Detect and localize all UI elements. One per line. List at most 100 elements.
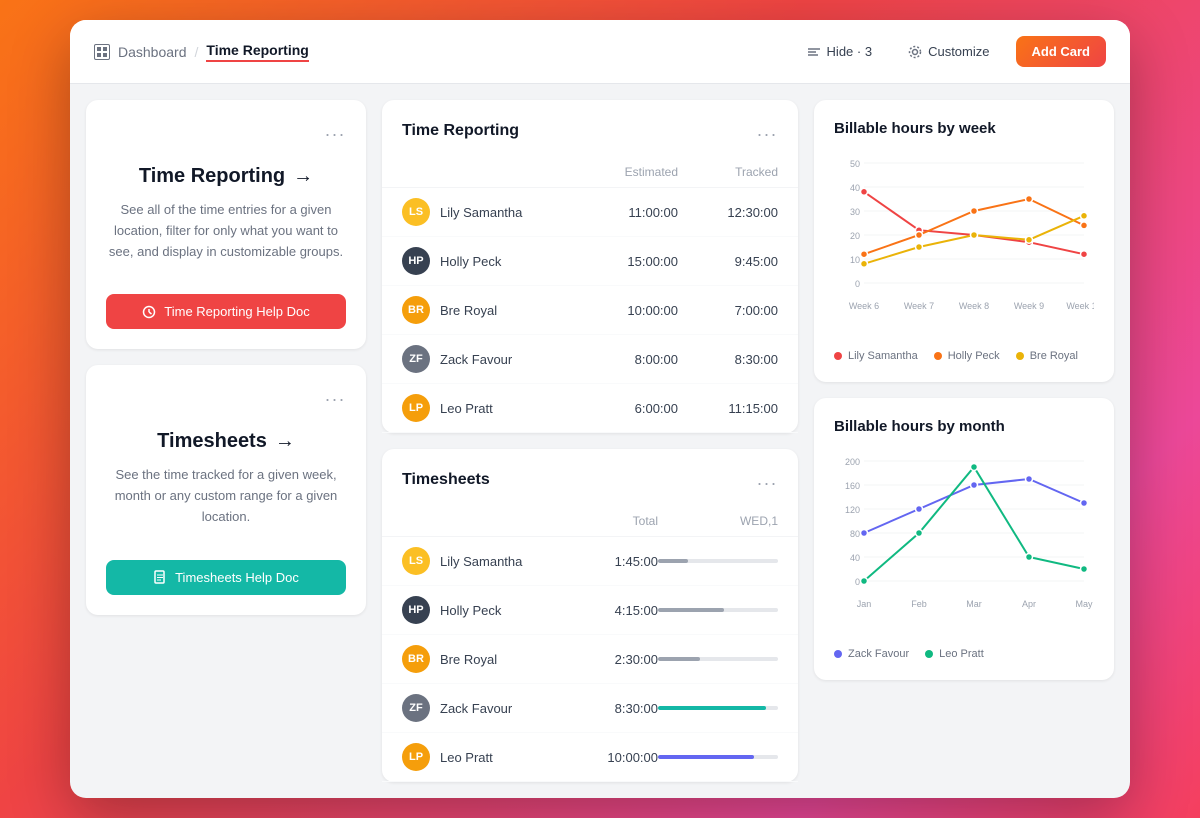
hide-icon <box>807 45 821 59</box>
add-card-button[interactable]: Add Card <box>1016 36 1107 67</box>
timesheets-help-button[interactable]: Timesheets Help Doc <box>106 560 346 595</box>
legend-item: Leo Pratt <box>925 648 984 660</box>
monthly-chart-svg: 04080120160200JanFebMarAprMay <box>834 451 1094 631</box>
total-value: 8:30:00 <box>578 701 658 716</box>
progress-bar-container <box>658 559 778 563</box>
table-row: ZF Zack Favour 8:00:00 8:30:00 <box>382 335 798 384</box>
avatar: BR <box>402 296 430 324</box>
progress-fill <box>658 706 766 710</box>
timesheets-col-headers: Total WED,1 <box>382 506 798 537</box>
customize-button[interactable]: Customize <box>898 38 999 65</box>
card-menu-time[interactable]: ... <box>325 120 346 141</box>
svg-text:Week 7: Week 7 <box>904 301 934 311</box>
legend-item: Holly Peck <box>934 350 1000 362</box>
add-card-label: Add Card <box>1032 44 1091 59</box>
table-row: HP Holly Peck 4:15:00 <box>382 586 798 635</box>
breadcrumb-dashboard[interactable]: Dashboard <box>118 44 187 60</box>
col-total-header: Total <box>578 514 658 528</box>
svg-text:20: 20 <box>850 231 860 241</box>
timesheets-desc: See the time tracked for a given week, m… <box>106 465 346 527</box>
weekly-legend: Lily Samantha Holly Peck Bre Royal <box>834 350 1094 362</box>
hide-label: Hide · 3 <box>827 44 873 59</box>
person-name: Holly Peck <box>440 603 501 618</box>
person-name: Leo Pratt <box>440 401 493 416</box>
legend-label: Lily Samantha <box>848 350 918 362</box>
legend-label: Zack Favour <box>848 648 909 660</box>
breadcrumb-current: Time Reporting <box>206 42 308 62</box>
estimated-value: 8:00:00 <box>578 352 678 367</box>
svg-text:Week 9: Week 9 <box>1014 301 1044 311</box>
timesheets-help-label: Timesheets Help Doc <box>175 570 299 585</box>
svg-text:30: 30 <box>850 207 860 217</box>
dashboard-grid: ... Time Reporting → See all of the time… <box>70 84 1130 798</box>
avatar: ZF <box>402 694 430 722</box>
avatar: LP <box>402 394 430 422</box>
total-value: 4:15:00 <box>578 603 658 618</box>
left-column: ... Time Reporting → See all of the time… <box>86 100 366 782</box>
time-reporting-table-header: Time Reporting ... <box>382 120 798 157</box>
timesheets-table-menu[interactable]: ... <box>757 469 778 490</box>
person-cell: BR Bre Royal <box>402 296 578 324</box>
progress-bar-container <box>658 755 778 759</box>
tracked-value: 12:30:00 <box>678 205 778 220</box>
header: Dashboard / Time Reporting Hide · 3 Cust… <box>70 20 1130 84</box>
time-reporting-title: Time Reporting → <box>139 165 313 188</box>
customize-label: Customize <box>928 44 989 59</box>
svg-text:200: 200 <box>845 457 860 467</box>
person-cell: ZF Zack Favour <box>402 345 578 373</box>
avatar: ZF <box>402 345 430 373</box>
tracked-value: 7:00:00 <box>678 303 778 318</box>
time-reporting-table-title: Time Reporting <box>402 122 519 140</box>
svg-text:120: 120 <box>845 505 860 515</box>
person-name: Zack Favour <box>440 352 512 367</box>
time-reporting-table-card: Time Reporting ... Estimated Tracked LS … <box>382 100 798 433</box>
table-row: LP Leo Pratt 6:00:00 11:15:00 <box>382 384 798 433</box>
timesheets-table-title: Timesheets <box>402 471 490 489</box>
progress-bar <box>658 755 778 759</box>
svg-text:Week 10: Week 10 <box>1066 301 1094 311</box>
svg-text:80: 80 <box>850 529 860 539</box>
legend-label: Bre Royal <box>1030 350 1078 362</box>
header-actions: Hide · 3 Customize Add Card <box>797 36 1106 67</box>
person-cell: LP Leo Pratt <box>402 743 578 771</box>
col-tracked-header: Tracked <box>678 165 778 179</box>
progress-fill <box>658 559 688 563</box>
card-menu-timesheets[interactable]: ... <box>325 385 346 406</box>
hide-button[interactable]: Hide · 3 <box>797 38 883 65</box>
tracked-value: 11:15:00 <box>678 401 778 416</box>
legend-dot <box>1016 352 1024 360</box>
tracked-value: 9:45:00 <box>678 254 778 269</box>
legend-item: Bre Royal <box>1016 350 1078 362</box>
legend-item: Lily Samantha <box>834 350 918 362</box>
main-container: Dashboard / Time Reporting Hide · 3 Cust… <box>70 20 1130 798</box>
card-header-time: ... <box>106 120 346 141</box>
time-reporting-rows: LS Lily Samantha 11:00:00 12:30:00 HP Ho… <box>382 188 798 433</box>
monthly-chart-card: Billable hours by month 04080120160200Ja… <box>814 398 1114 680</box>
legend-label: Leo Pratt <box>939 648 984 660</box>
progress-fill <box>658 608 724 612</box>
time-reporting-help-label: Time Reporting Help Doc <box>164 304 309 319</box>
person-cell: LS Lily Samantha <box>402 198 578 226</box>
card-header-timesheets: ... <box>106 385 346 406</box>
table-row: HP Holly Peck 15:00:00 9:45:00 <box>382 237 798 286</box>
progress-fill <box>658 755 754 759</box>
timesheets-table-card: Timesheets ... Total WED,1 LS Lily Saman… <box>382 449 798 782</box>
time-reporting-desc: See all of the time entries for a given … <box>106 200 346 262</box>
time-reporting-help-button[interactable]: Time Reporting Help Doc <box>106 294 346 329</box>
person-name: Holly Peck <box>440 254 501 269</box>
svg-text:Jan: Jan <box>857 599 872 609</box>
estimated-value: 15:00:00 <box>578 254 678 269</box>
avatar: HP <box>402 596 430 624</box>
customize-icon <box>908 45 922 59</box>
total-value: 2:30:00 <box>578 652 658 667</box>
right-column: Billable hours by week 01020304050Week 6… <box>814 100 1114 782</box>
svg-text:40: 40 <box>850 553 860 563</box>
person-name: Leo Pratt <box>440 750 493 765</box>
avatar: LS <box>402 547 430 575</box>
time-reporting-table-menu[interactable]: ... <box>757 120 778 141</box>
progress-bar <box>658 657 778 661</box>
dashboard-icon <box>94 44 110 60</box>
person-cell: LP Leo Pratt <box>402 394 578 422</box>
monthly-legend: Zack Favour Leo Pratt <box>834 648 1094 660</box>
weekly-chart-svg: 01020304050Week 6Week 7Week 8Week 9Week … <box>834 153 1094 333</box>
